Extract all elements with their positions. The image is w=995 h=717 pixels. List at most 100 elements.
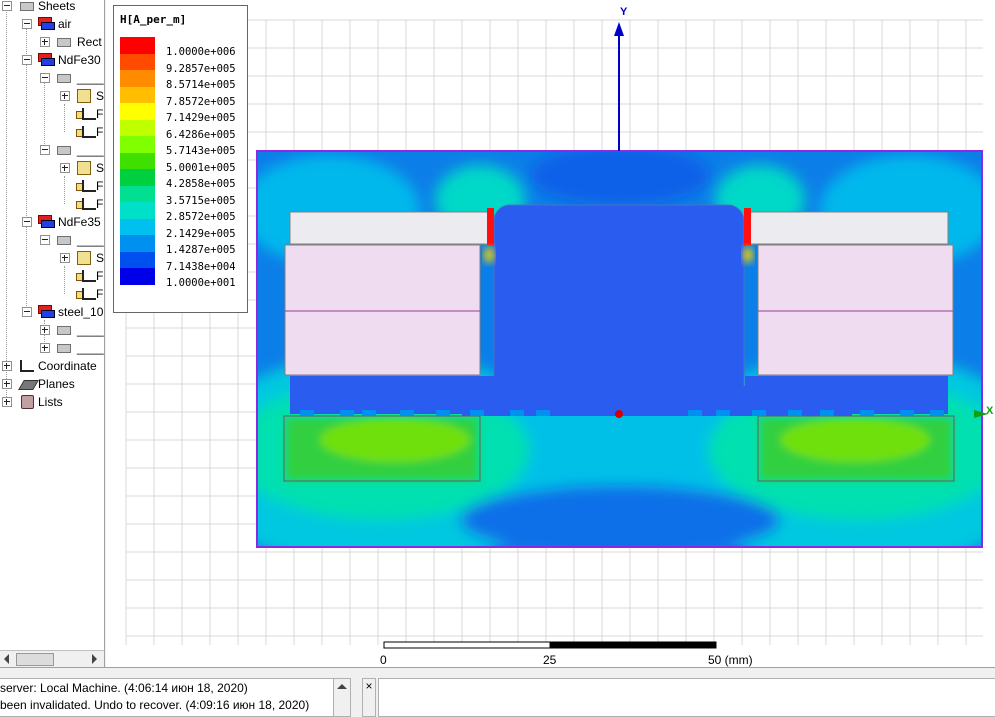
tree-item-steel[interactable]: steel_10 — [0, 303, 104, 321]
material-icon — [38, 17, 55, 30]
collapse-icon[interactable] — [40, 145, 50, 155]
message-line: server: Local Machine. (4:06:14 июн 18, … — [0, 681, 248, 695]
tree-item-ndfe35[interactable]: NdFe35 — [0, 213, 104, 231]
scale-bar-white — [383, 641, 551, 649]
tree-item-air[interactable]: air — [0, 15, 104, 33]
tree-item-label: Lists — [38, 395, 63, 409]
expand-icon[interactable] — [60, 253, 70, 263]
tree-item-operation[interactable]: F — [0, 195, 104, 213]
tree-item-label: ____ — [77, 71, 104, 85]
message-manager[interactable]: server: Local Machine. (4:06:14 июн 18, … — [0, 678, 334, 717]
expand-icon[interactable] — [40, 343, 50, 353]
cube-icon — [77, 89, 91, 103]
legend-value: 2.8572e+005 — [166, 211, 236, 223]
tree-item-ndfe30[interactable]: NdFe30 — [0, 51, 104, 69]
legend-value: 1.0000e+001 — [166, 277, 236, 289]
scroll-right-icon[interactable] — [92, 654, 97, 664]
legend-value: 5.0001e+005 — [166, 161, 236, 174]
collapse-icon[interactable] — [2, 1, 12, 11]
tree-item-label: NdFe30 — [58, 53, 101, 67]
material-icon — [38, 215, 55, 228]
tree-item-operation[interactable]: S — [0, 87, 104, 105]
collapse-icon[interactable] — [22, 55, 32, 65]
tree-item-label: F — [96, 179, 104, 193]
scale-bar-black — [549, 641, 717, 649]
tree-item-operation[interactable]: F — [0, 123, 104, 141]
legend-swatch — [120, 136, 155, 153]
collapse-icon[interactable] — [40, 235, 50, 245]
collapse-icon[interactable] — [40, 73, 50, 83]
tree-item-label: NdFe35 — [58, 215, 101, 229]
expand-icon[interactable] — [40, 37, 50, 47]
legend-swatch — [120, 185, 155, 203]
expand-icon[interactable] — [2, 361, 12, 371]
sheet-icon — [57, 146, 71, 155]
tree-item-object[interactable]: ____ — [0, 339, 104, 357]
progress-pane — [378, 678, 995, 717]
sheet-icon — [57, 74, 71, 83]
tree-item-label: air — [58, 17, 72, 31]
tree-item-object[interactable]: ____ — [0, 231, 104, 249]
message-line: been invalidated. Undo to recover. (4:09… — [0, 698, 310, 712]
material-icon — [38, 305, 55, 318]
expand-icon[interactable] — [60, 163, 70, 173]
tree-item-operation[interactable]: S — [0, 249, 104, 267]
scale-label-0: 0 — [380, 653, 387, 667]
lists-icon — [21, 395, 34, 409]
tree-item-object[interactable]: ____ — [0, 321, 104, 339]
pencil-icon — [82, 198, 96, 210]
tree-item-operation[interactable]: S — [0, 159, 104, 177]
scroll-up-icon[interactable] — [337, 684, 347, 689]
pencil-icon — [82, 288, 96, 300]
scroll-left-icon[interactable] — [4, 654, 9, 664]
origin-marker-icon — [615, 410, 623, 418]
expand-icon[interactable] — [2, 379, 12, 389]
coordinate-icon — [20, 360, 34, 372]
tree-item-label: ____ — [77, 323, 104, 337]
expand-icon[interactable] — [60, 91, 70, 101]
scale-label-25: 25 — [543, 653, 557, 667]
close-button[interactable]: × — [362, 678, 376, 717]
scroll-thumb[interactable] — [16, 653, 54, 666]
tree-item-coordinate[interactable]: Coordinate — [0, 357, 104, 375]
sheet-icon — [57, 38, 71, 47]
expand-icon[interactable] — [2, 397, 12, 407]
tree-item-object[interactable]: ____ — [0, 141, 104, 159]
message-scrollbar[interactable] — [333, 678, 351, 717]
tree-item-label: ____ — [77, 143, 104, 157]
legend-swatch — [120, 86, 155, 104]
tree-item-object[interactable]: ____ — [0, 69, 104, 87]
sheet-icon — [57, 236, 71, 245]
tree-item-label: Coordinate — [38, 359, 97, 373]
scale-label-50: 50 (mm) — [708, 653, 753, 667]
collapse-icon[interactable] — [22, 19, 32, 29]
legend-swatch — [120, 103, 155, 120]
planes-icon — [18, 380, 39, 390]
tree-horizontal-scrollbar[interactable] — [0, 650, 105, 668]
field-legend[interactable]: H[A_per_m] 1.0000e+006 9.2857e+005 8.5714e… — [113, 5, 248, 313]
tree-item-lists[interactable]: Lists — [0, 393, 104, 411]
tree-item-label: ____ — [77, 341, 104, 355]
legend-swatch — [120, 53, 155, 71]
collapse-icon[interactable] — [22, 217, 32, 227]
legend-swatch — [120, 70, 155, 87]
project-tree[interactable]: Sheets air Rect NdFe30 ____ S F F ____ S… — [0, 0, 105, 650]
pencil-icon — [82, 126, 96, 138]
tree-item-planes[interactable]: Planes — [0, 375, 104, 393]
legend-value: 7.1438e+004 — [166, 260, 236, 273]
tree-item-sheets[interactable]: Sheets — [0, 0, 104, 15]
tree-item-label: F — [96, 125, 104, 139]
expand-icon[interactable] — [40, 325, 50, 335]
tree-item-operation[interactable]: F — [0, 105, 104, 123]
tree-item-operation[interactable]: F — [0, 285, 104, 303]
legend-value: 8.5714e+005 — [166, 79, 236, 91]
tree-item-label: Sheets — [38, 0, 76, 13]
cube-icon — [77, 161, 91, 175]
tree-item-rect[interactable]: Rect — [0, 33, 104, 51]
legend-value: 2.1429e+005 — [166, 227, 236, 240]
y-axis-arrow-icon — [614, 22, 624, 36]
tree-item-operation[interactable]: F — [0, 267, 104, 285]
tree-item-operation[interactable]: F — [0, 177, 104, 195]
legend-value: 6.4286e+005 — [166, 128, 236, 141]
collapse-icon[interactable] — [22, 307, 32, 317]
